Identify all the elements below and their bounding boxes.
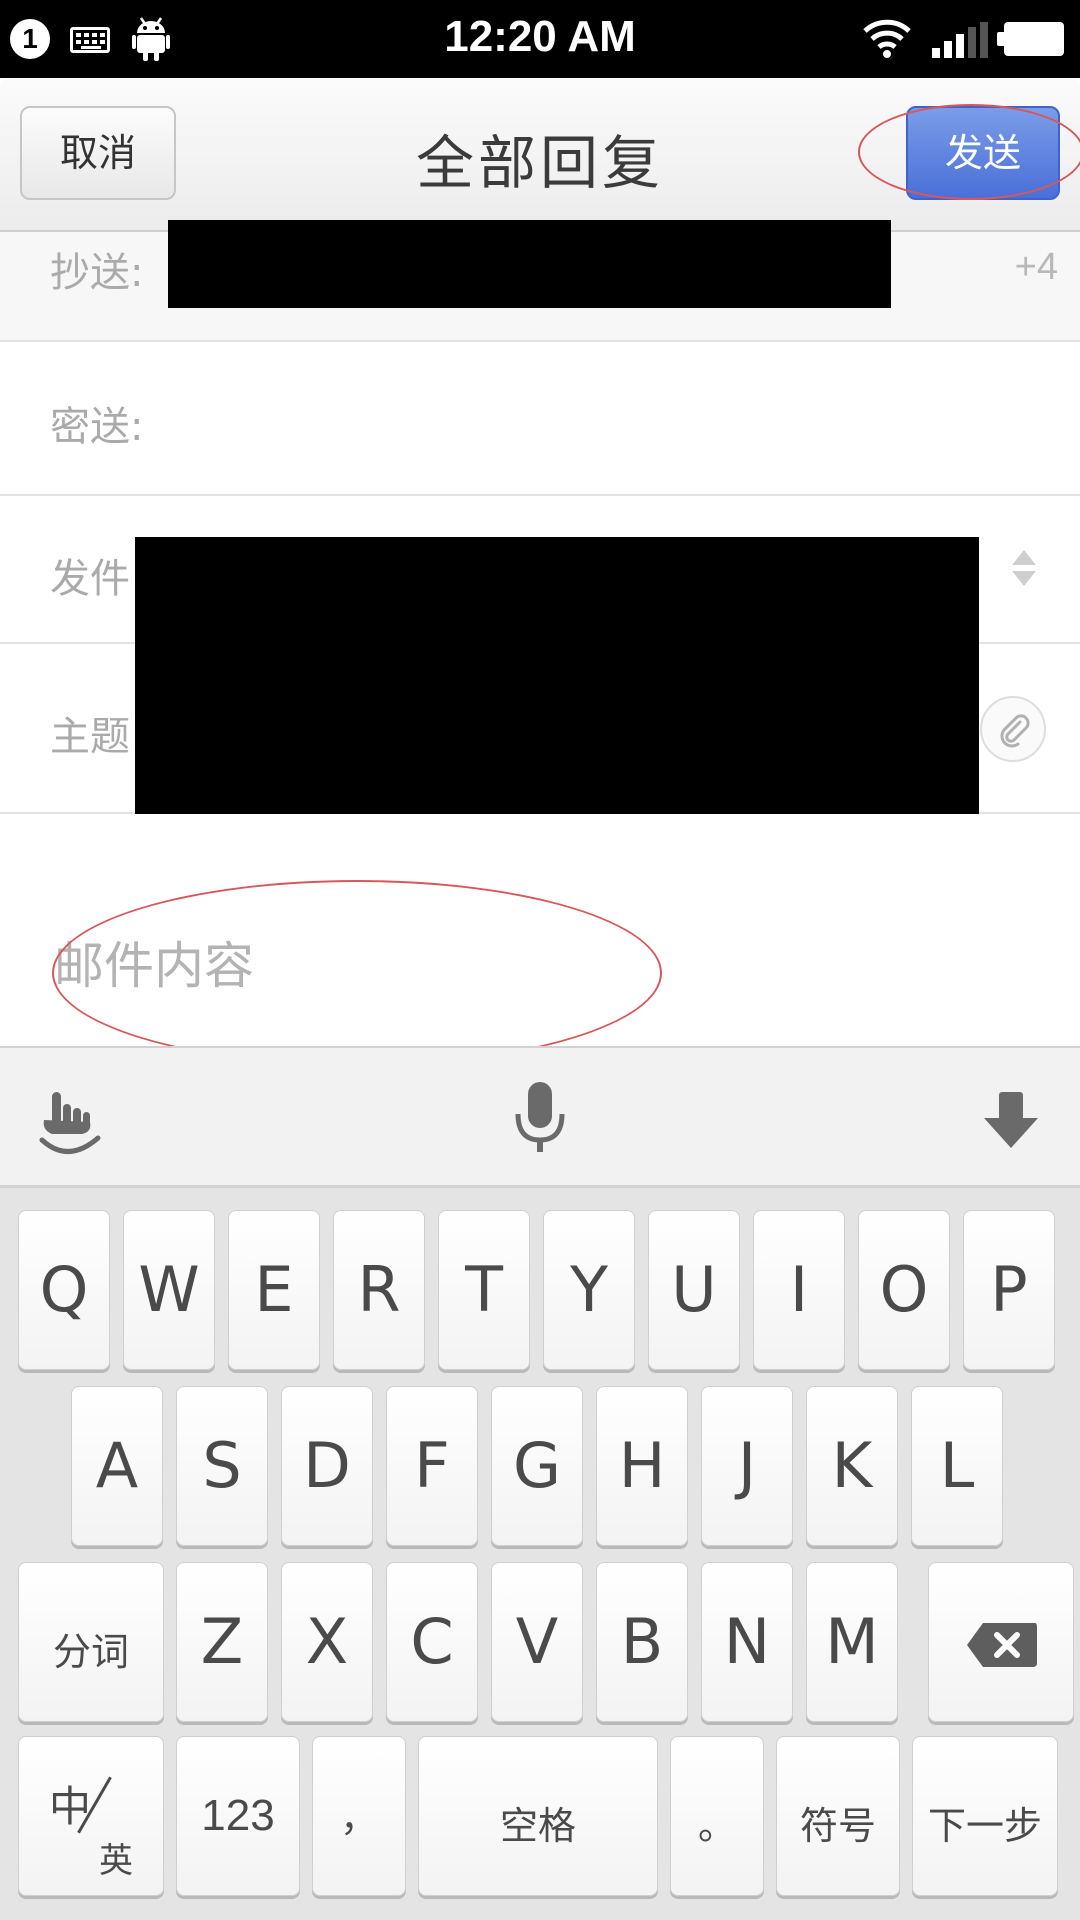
key-label: H (618, 1429, 666, 1502)
key-i[interactable]: I (753, 1210, 845, 1370)
key-t[interactable]: T (438, 1210, 530, 1370)
backspace-icon (967, 1623, 1037, 1667)
next-key-label: 下一步 (927, 1804, 1042, 1848)
comma-key-label: ， (339, 1796, 378, 1840)
key-label: D (303, 1429, 351, 1502)
key-f[interactable]: F (386, 1386, 478, 1546)
key-label: Y (570, 1253, 608, 1326)
key-o[interactable]: O (858, 1210, 950, 1370)
segment-key-label: 分词 (52, 1630, 129, 1674)
highlight-circle-send (858, 104, 1080, 200)
key-q[interactable]: Q (18, 1210, 110, 1370)
language-switch-key[interactable]: 中 英 (18, 1736, 164, 1896)
cc-label: 抄送: (50, 250, 144, 296)
key-label: P (990, 1253, 1028, 1326)
highlight-circle-body (52, 880, 662, 1066)
number-key[interactable]: 123 (176, 1736, 300, 1896)
key-a[interactable]: A (71, 1386, 163, 1546)
next-key[interactable]: 下一步 (912, 1736, 1058, 1896)
key-l[interactable]: L (911, 1386, 1003, 1546)
redacted-block (168, 220, 891, 308)
bcc-field[interactable]: 密送: (0, 342, 1080, 496)
key-label: E (254, 1253, 294, 1326)
microphone-icon[interactable] (512, 1080, 568, 1160)
keyboard: QWERTYUIOP ASDFGHJKL ZXCVBNM 分词 中 英 123 … (0, 1188, 1080, 1920)
space-key[interactable]: 空格 (418, 1736, 658, 1896)
key-label: I (789, 1253, 809, 1326)
key-label: W (138, 1253, 200, 1326)
signal-icon (932, 22, 988, 58)
lang-sub-label: 英 (99, 1841, 133, 1881)
key-label: M (825, 1605, 879, 1678)
period-key[interactable]: 。 (670, 1736, 764, 1896)
key-label: T (465, 1253, 503, 1326)
key-label: K (831, 1429, 873, 1502)
key-label: O (879, 1253, 929, 1326)
sort-arrows-icon[interactable] (1010, 548, 1038, 588)
comma-key[interactable]: ， (312, 1736, 406, 1896)
key-label: L (939, 1429, 975, 1502)
key-label: S (202, 1429, 242, 1502)
key-h[interactable]: H (596, 1386, 688, 1546)
key-w[interactable]: W (123, 1210, 215, 1370)
key-z[interactable]: Z (176, 1562, 268, 1722)
number-key-label: 123 (201, 1791, 275, 1840)
key-label: B (620, 1605, 664, 1678)
key-g[interactable]: G (491, 1386, 583, 1546)
key-label: Z (200, 1605, 244, 1678)
cc-more-count[interactable]: +4 (1015, 246, 1058, 289)
key-x[interactable]: X (281, 1562, 373, 1722)
key-label: F (414, 1429, 450, 1502)
gesture-icon[interactable] (38, 1086, 104, 1158)
key-e[interactable]: E (228, 1210, 320, 1370)
key-d[interactable]: D (281, 1386, 373, 1546)
bcc-label: 密送: (50, 404, 144, 450)
redacted-block (135, 537, 979, 827)
key-label: C (410, 1605, 454, 1678)
wifi-icon (863, 19, 911, 58)
space-key-label: 空格 (499, 1804, 576, 1848)
symbol-key[interactable]: 符号 (776, 1736, 900, 1896)
key-s[interactable]: S (176, 1386, 268, 1546)
key-label: V (515, 1605, 559, 1678)
key-label: A (95, 1429, 139, 1502)
key-c[interactable]: C (386, 1562, 478, 1722)
key-r[interactable]: R (333, 1210, 425, 1370)
key-n[interactable]: N (701, 1562, 793, 1722)
attach-button[interactable] (980, 696, 1046, 762)
symbol-key-label: 符号 (799, 1804, 876, 1848)
key-b[interactable]: B (596, 1562, 688, 1722)
subject-label: 主题 (50, 714, 130, 760)
key-label: N (723, 1605, 771, 1678)
key-j[interactable]: J (701, 1386, 793, 1546)
key-label: R (357, 1253, 401, 1326)
key-u[interactable]: U (648, 1210, 740, 1370)
battery-icon (997, 22, 1064, 56)
key-v[interactable]: V (491, 1562, 583, 1722)
status-bar: 1 12:20 AM (0, 0, 1080, 78)
sender-label: 发件 (50, 556, 130, 602)
key-label: J (737, 1429, 757, 1502)
key-p[interactable]: P (963, 1210, 1055, 1370)
key-label: Q (39, 1253, 89, 1326)
key-m[interactable]: M (806, 1562, 898, 1722)
keyboard-toolbar (0, 1046, 1080, 1188)
hide-keyboard-icon[interactable] (982, 1090, 1040, 1150)
backspace-key[interactable] (928, 1562, 1074, 1722)
segment-key[interactable]: 分词 (18, 1562, 164, 1722)
period-key-label: 。 (697, 1804, 736, 1848)
key-y[interactable]: Y (543, 1210, 635, 1370)
key-label: G (512, 1429, 562, 1502)
key-k[interactable]: K (806, 1386, 898, 1546)
paperclip-icon (1000, 714, 1030, 748)
key-label: U (671, 1253, 717, 1326)
clock: 12:20 AM (444, 12, 636, 61)
key-label: X (305, 1605, 349, 1678)
